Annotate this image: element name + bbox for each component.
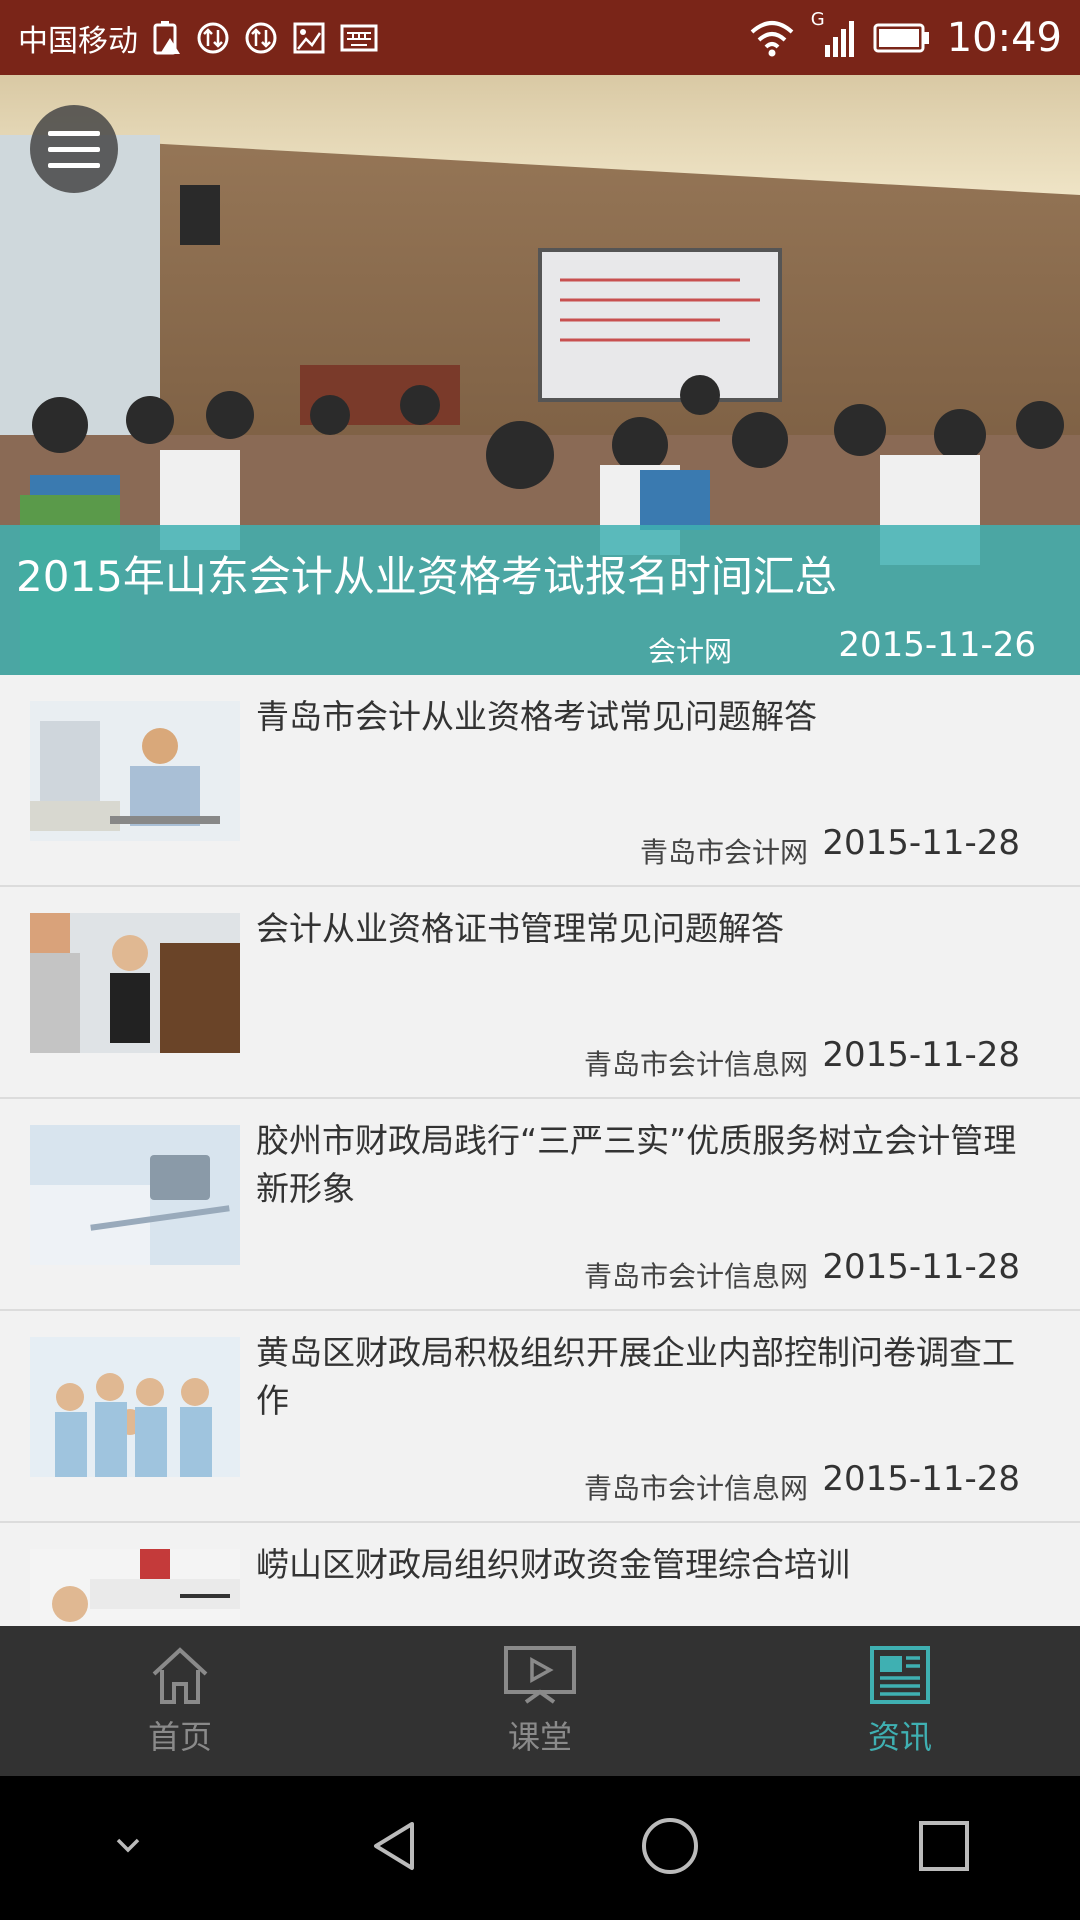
home-icon <box>152 1647 208 1704</box>
news-title: 崂山区财政局组织财政资金管理综合培训 <box>256 1545 850 1584</box>
status-bar: 中国移动 G 10:49 <box>0 0 1080 75</box>
wifi-icon <box>749 18 795 58</box>
news-item[interactable]: 黄岛区财政局积极组织开展企业内部控制问卷调查工作 青岛市会计信息网 2015-1… <box>0 1311 1080 1523</box>
system-nav-bar <box>0 1776 1080 1920</box>
recents-icon[interactable] <box>916 1818 972 1878</box>
news-source: 青岛市会计信息网 <box>583 1260 808 1293</box>
menu-button[interactable] <box>30 105 118 193</box>
tab-news-label: 资讯 <box>867 1718 932 1756</box>
network-type-label: G <box>810 8 825 30</box>
news-title: 胶州市财政局践行“三严三实”优质服务树立会计管理新形象 <box>256 1121 1017 1208</box>
news-title: 青岛市会计从业资格考试常见问题解答 <box>256 697 817 736</box>
news-source: 青岛市会计信息网 <box>583 1048 808 1081</box>
hero-caption: 2015年山东会计从业资格考试报名时间汇总 会计网 2015-11-26 <box>0 525 1080 675</box>
news-item[interactable]: 会计从业资格证书管理常见问题解答 青岛市会计信息网 2015-11-28 <box>0 887 1080 1099</box>
news-source: 青岛市会计网 <box>639 836 808 869</box>
news-thumbnail <box>30 1337 240 1477</box>
tab-home-label: 首页 <box>147 1718 212 1756</box>
news-item[interactable]: 胶州市财政局践行“三严三实”优质服务树立会计管理新形象 青岛市会计信息网 201… <box>0 1099 1080 1311</box>
news-date: 2015-11-28 <box>822 823 1020 863</box>
tab-classroom-label: 课堂 <box>507 1718 572 1756</box>
keyboard-icon <box>340 23 378 53</box>
cell-signal-icon: G <box>811 9 857 59</box>
news-icon <box>870 1646 930 1704</box>
status-right: G 10:49 <box>749 9 1062 61</box>
battery-icon <box>873 22 931 54</box>
hero-source: 会计网 <box>648 635 733 668</box>
news-thumbnail <box>30 913 240 1053</box>
news-thumbnail <box>30 701 240 841</box>
back-icon[interactable] <box>364 1816 424 1880</box>
news-thumbnail <box>30 1549 240 1626</box>
news-date: 2015-11-28 <box>822 1035 1020 1075</box>
tab-home[interactable]: 首页 <box>0 1626 360 1776</box>
tab-classroom[interactable]: 课堂 <box>360 1626 720 1776</box>
tab-news[interactable]: 资讯 <box>720 1626 1080 1776</box>
battery-warning-icon <box>152 20 182 56</box>
news-item[interactable]: 崂山区财政局组织财政资金管理综合培训 <box>0 1523 1080 1626</box>
news-title: 黄岛区财政局积极组织开展企业内部控制问卷调查工作 <box>256 1333 1015 1420</box>
menu-icon <box>48 131 100 168</box>
hero-title: 2015年山东会计从业资格考试报名时间汇总 <box>16 552 837 601</box>
news-title: 会计从业资格证书管理常见问题解答 <box>256 909 784 948</box>
news-item[interactable]: 青岛市会计从业资格考试常见问题解答 青岛市会计网 2015-11-28 <box>0 675 1080 887</box>
news-date: 2015-11-28 <box>822 1459 1020 1499</box>
news-date: 2015-11-28 <box>822 1247 1020 1287</box>
clock: 10:49 <box>946 14 1062 61</box>
classroom-icon <box>504 1646 576 1704</box>
home-nav-icon[interactable] <box>640 1816 700 1880</box>
data-transfer-icon-2 <box>244 21 278 55</box>
image-icon <box>292 21 326 55</box>
news-source: 青岛市会计信息网 <box>583 1472 808 1505</box>
carrier-label: 中国移动 <box>18 23 138 59</box>
hero-date: 2015-11-26 <box>838 625 1036 665</box>
status-left: 中国移动 <box>18 16 378 60</box>
data-transfer-icon <box>196 21 230 55</box>
collapse-icon[interactable] <box>108 1826 148 1870</box>
hero-banner[interactable]: 2015年山东会计从业资格考试报名时间汇总 会计网 2015-11-26 <box>0 75 1080 675</box>
news-list[interactable]: 青岛市会计从业资格考试常见问题解答 青岛市会计网 2015-11-28 会计从业… <box>0 675 1080 1626</box>
bottom-tab-bar: 首页 课堂 资讯 <box>0 1626 1080 1776</box>
news-thumbnail <box>30 1125 240 1265</box>
